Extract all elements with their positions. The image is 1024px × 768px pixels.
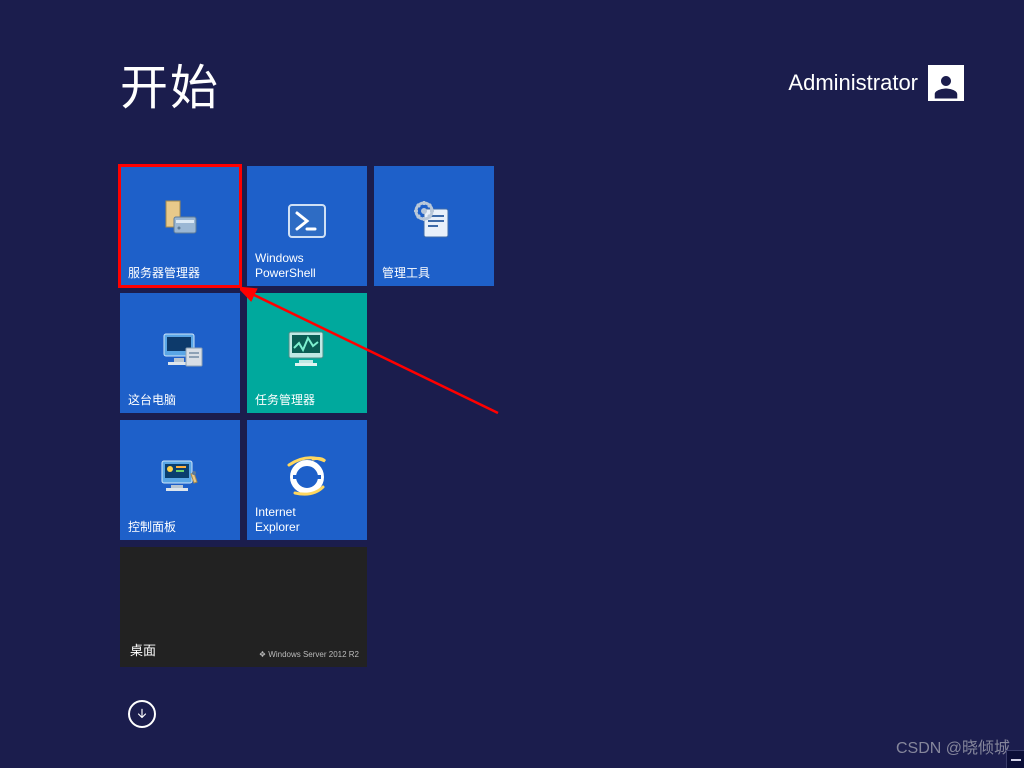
csdn-watermark: CSDN @晓倾城: [896, 734, 1010, 758]
tiles-grid: 服务器管理器 Windows PowerShell 管理工具 这台电脑 任务管理…: [120, 166, 494, 667]
user-avatar-icon: [928, 65, 964, 101]
tile-server-manager[interactable]: 服务器管理器: [120, 166, 240, 286]
tile-admin-tools[interactable]: 管理工具: [374, 166, 494, 286]
tile-label: Windows PowerShell: [255, 251, 316, 280]
user-account[interactable]: Administrator: [788, 65, 964, 101]
start-title: 开始: [120, 48, 220, 118]
this-pc-icon: [156, 324, 204, 372]
windows-server-watermark: ❖ Windows Server 2012 R2: [259, 650, 359, 659]
tile-internet-explorer[interactable]: Internet Explorer: [247, 420, 367, 540]
tile-label: 桌面: [130, 640, 156, 659]
show-desktop-corner[interactable]: [1006, 750, 1024, 768]
minimize-icon: [1011, 759, 1021, 761]
tile-label: 任务管理器: [255, 393, 315, 407]
powershell-icon: [283, 197, 331, 245]
tile-desktop[interactable]: 桌面 ❖ Windows Server 2012 R2: [120, 547, 367, 667]
tile-label: 服务器管理器: [128, 266, 200, 280]
arrow-down-icon: [135, 707, 149, 721]
admin-tools-icon: [410, 197, 458, 245]
tile-label: 管理工具: [382, 266, 430, 280]
server-manager-icon: [156, 197, 204, 245]
tile-label: 控制面板: [128, 520, 176, 534]
tile-label: Internet Explorer: [255, 505, 300, 534]
all-apps-button[interactable]: [128, 700, 156, 728]
tile-powershell[interactable]: Windows PowerShell: [247, 166, 367, 286]
tile-label: 这台电脑: [128, 393, 176, 407]
control-panel-icon: [156, 451, 204, 499]
tile-this-pc[interactable]: 这台电脑: [120, 293, 240, 413]
ie-icon: [283, 451, 331, 499]
tile-control-panel[interactable]: 控制面板: [120, 420, 240, 540]
username-label: Administrator: [788, 70, 918, 96]
task-manager-icon: [283, 324, 331, 372]
tile-task-manager[interactable]: 任务管理器: [247, 293, 367, 413]
